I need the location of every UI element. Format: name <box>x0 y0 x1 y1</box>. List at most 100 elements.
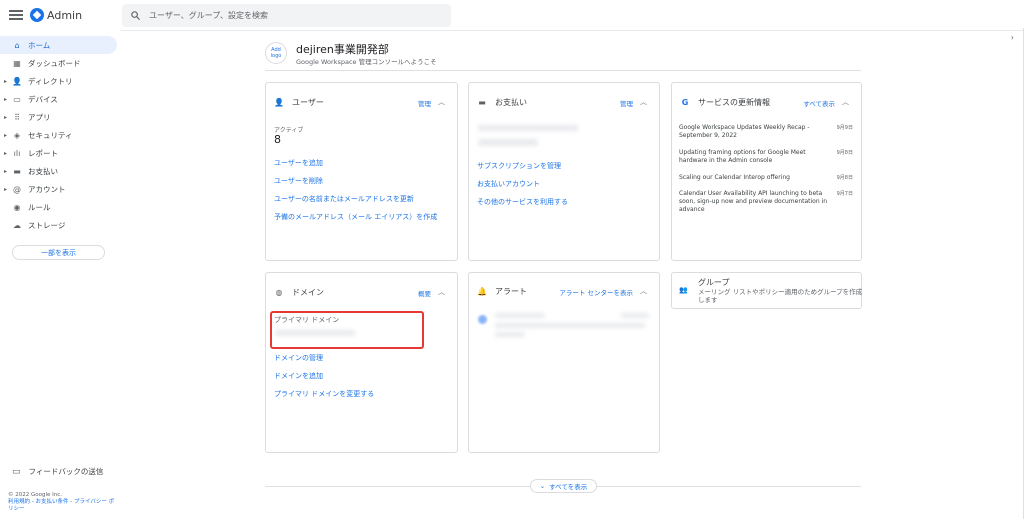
expand-caret-icon[interactable]: ▸ <box>4 168 7 175</box>
sidebar-item-account[interactable]: ▸ @ アカウント <box>0 180 120 198</box>
users-manage-link[interactable]: 管理 <box>418 98 431 108</box>
sidebar-item-reports[interactable]: ▸ ılı レポート <box>0 144 120 162</box>
home-icon: ⌂ <box>14 40 20 50</box>
alert-center-link[interactable]: アラート センターを表示 <box>559 287 633 297</box>
sidebar-item-billing[interactable]: ▸ ▬ お支払い <box>0 162 120 180</box>
update-date: 9月9日 <box>836 125 853 131</box>
groups-card[interactable]: 👥 グループ メーリング リストやポリシー適用のためグループを作成します <box>671 272 862 309</box>
sidebar-item-storage[interactable]: ☁ ストレージ <box>0 216 120 234</box>
manage-subscriptions-link[interactable]: サブスクリプションを管理 <box>477 161 561 171</box>
expand-caret-icon[interactable]: ▸ <box>4 114 7 121</box>
footer: © 2022 Google Inc. 利用規約 - お支払い条件 - プライバシ… <box>8 492 116 513</box>
at-icon: @ <box>13 184 21 194</box>
domain-overview-link[interactable]: 概要 <box>418 288 431 298</box>
create-alias-link[interactable]: 予備のメールアドレス（メール エイリアス）を作成 <box>274 212 437 222</box>
billing-card: ▬ お支払い 管理 ︿ サブスクリプションを管理 お支払いアカウント その他のサ… <box>468 82 660 261</box>
update-date: 9月7日 <box>836 191 853 197</box>
update-date: 9月8日 <box>836 150 853 156</box>
domain-card: ◍ ドメイン 概要 ︿ プライマリ ドメイン ドメインの管理 ドメインを追加 プ… <box>265 272 458 453</box>
bar-chart-icon: ılı <box>13 148 21 158</box>
search-bar[interactable] <box>122 4 451 27</box>
card-title: サービスの更新情報 <box>698 98 770 107</box>
blurred-alert <box>495 323 645 328</box>
footer-links[interactable]: 利用規約 - お支払い条件 - プライバシー ポリシー <box>8 499 116 513</box>
blurred-text <box>478 125 578 131</box>
chevron-up-icon[interactable]: ︿ <box>438 97 445 107</box>
sidebar-item-label: ディレクトリ <box>28 76 73 86</box>
feedback-button[interactable]: ▭ フィードバックの送信 <box>12 466 103 477</box>
service-updates-card: G サービスの更新情報 すべて表示 ︿ Google Workspace Upd… <box>671 82 862 261</box>
search-input[interactable] <box>149 11 429 20</box>
credit-card-icon: ▬ <box>478 98 486 107</box>
search-icon <box>131 11 141 21</box>
footer-copyright: © 2022 Google Inc. <box>8 492 63 498</box>
add-logo-button[interactable]: Add logo <box>265 42 287 64</box>
person-icon: 👤 <box>274 98 284 107</box>
sidebar-item-apps[interactable]: ▸ ⠿ アプリ <box>0 108 120 126</box>
sidebar-item-label: ダッシュボード <box>28 58 81 68</box>
org-name: dejiren事業開発部 <box>296 43 389 56</box>
groups-description: メーリング リストやポリシー適用のためグループを作成します <box>698 288 863 304</box>
alerts-card: 🔔 アラート アラート センターを表示 ︿ <box>468 272 660 453</box>
sidebar: ⌂ ホーム ▦ ダッシュボード ▸ 👤 ディレクトリ ▸ ▭ デバイス ▸ ⠿ アプリ ▸ ◈ セキ… <box>0 36 120 234</box>
billing-manage-link[interactable]: 管理 <box>620 98 633 108</box>
add-user-link[interactable]: ユーザーを追加 <box>274 158 323 168</box>
expand-caret-icon[interactable]: ▸ <box>4 78 7 85</box>
sidebar-item-directory[interactable]: ▸ 👤 ディレクトリ <box>0 72 120 90</box>
logo-line: logo <box>270 53 282 59</box>
sidebar-item-devices[interactable]: ▸ ▭ デバイス <box>0 90 120 108</box>
expand-caret-icon[interactable]: ▸ <box>4 150 7 157</box>
active-count: 8 <box>274 133 281 146</box>
show-all-button[interactable]: ⌄ すべてを表示 <box>530 479 597 493</box>
sidebar-item-label: デバイス <box>28 94 58 104</box>
person-icon: 👤 <box>12 76 22 86</box>
sidebar-item-home[interactable]: ⌂ ホーム <box>0 36 117 54</box>
manage-domains-link[interactable]: ドメインの管理 <box>274 353 323 363</box>
chevron-up-icon[interactable]: ︿ <box>438 287 445 297</box>
updates-show-all-link[interactable]: すべて表示 <box>803 98 835 108</box>
sidebar-item-security[interactable]: ▸ ◈ セキュリティ <box>0 126 120 144</box>
rename-user-link[interactable]: ユーザーの名前またはメールアドレスを更新 <box>274 194 414 204</box>
delete-user-link[interactable]: ユーザーを削除 <box>274 176 323 186</box>
chevron-up-icon[interactable]: ︿ <box>640 97 647 107</box>
cloud-icon: ☁ <box>13 220 21 230</box>
change-primary-domain-link[interactable]: プライマリ ドメインを変更する <box>274 389 374 399</box>
other-services-link[interactable]: その他のサービスを利用する <box>477 197 568 207</box>
sidebar-item-label: ルール <box>28 202 51 212</box>
feedback-icon: ▭ <box>12 466 21 477</box>
chevron-up-icon[interactable]: ︿ <box>640 286 647 296</box>
group-icon: 👥 <box>679 286 688 294</box>
users-card: 👤 ユーザー 管理 ︿ アクティブ 8 ユーザーを追加 ユーザーを削除 ユーザー… <box>265 82 458 261</box>
card-title: お支払い <box>495 98 527 107</box>
bell-icon: 🔔 <box>477 287 487 296</box>
update-item[interactable]: Updating framing options for Google Meet… <box>679 149 829 165</box>
add-domain-link[interactable]: ドメインを追加 <box>274 371 323 381</box>
feedback-label: フィードバックの送信 <box>28 467 104 476</box>
blurred-alert <box>495 332 525 337</box>
sidebar-item-label: セキュリティ <box>28 130 73 140</box>
chevron-up-icon[interactable]: ︿ <box>842 97 849 107</box>
card-title: アラート <box>495 287 527 296</box>
dashboard-icon: ▦ <box>13 58 21 68</box>
header-divider <box>120 30 1023 31</box>
update-date: 9月8日 <box>836 175 853 181</box>
expand-caret-icon[interactable]: ▸ <box>4 96 7 103</box>
alert-status-icon <box>478 315 487 324</box>
sidebar-item-label: ホーム <box>28 40 51 50</box>
expand-panel-chevron-icon[interactable]: › <box>1011 33 1014 42</box>
sidebar-item-dashboard[interactable]: ▦ ダッシュボード <box>0 54 120 72</box>
blurred-alert <box>621 313 649 318</box>
chevron-down-icon: ⌄ <box>539 482 546 490</box>
billing-accounts-link[interactable]: お支払いアカウント <box>477 179 540 189</box>
update-item[interactable]: Calendar User Availability API launching… <box>679 190 829 214</box>
google-g-icon: G <box>681 98 689 107</box>
app-title: Admin <box>47 9 83 22</box>
main-menu-button[interactable] <box>8 8 24 22</box>
sidebar-item-rules[interactable]: ◉ ルール <box>0 198 120 216</box>
expand-caret-icon[interactable]: ▸ <box>4 186 7 193</box>
org-divider <box>265 70 861 71</box>
expand-caret-icon[interactable]: ▸ <box>4 132 7 139</box>
update-item[interactable]: Scaling our Calendar Interop offering <box>679 174 829 182</box>
update-item[interactable]: Google Workspace Updates Weekly Recap - … <box>679 124 829 140</box>
show-part-button[interactable]: 一部を表示 <box>12 245 105 260</box>
